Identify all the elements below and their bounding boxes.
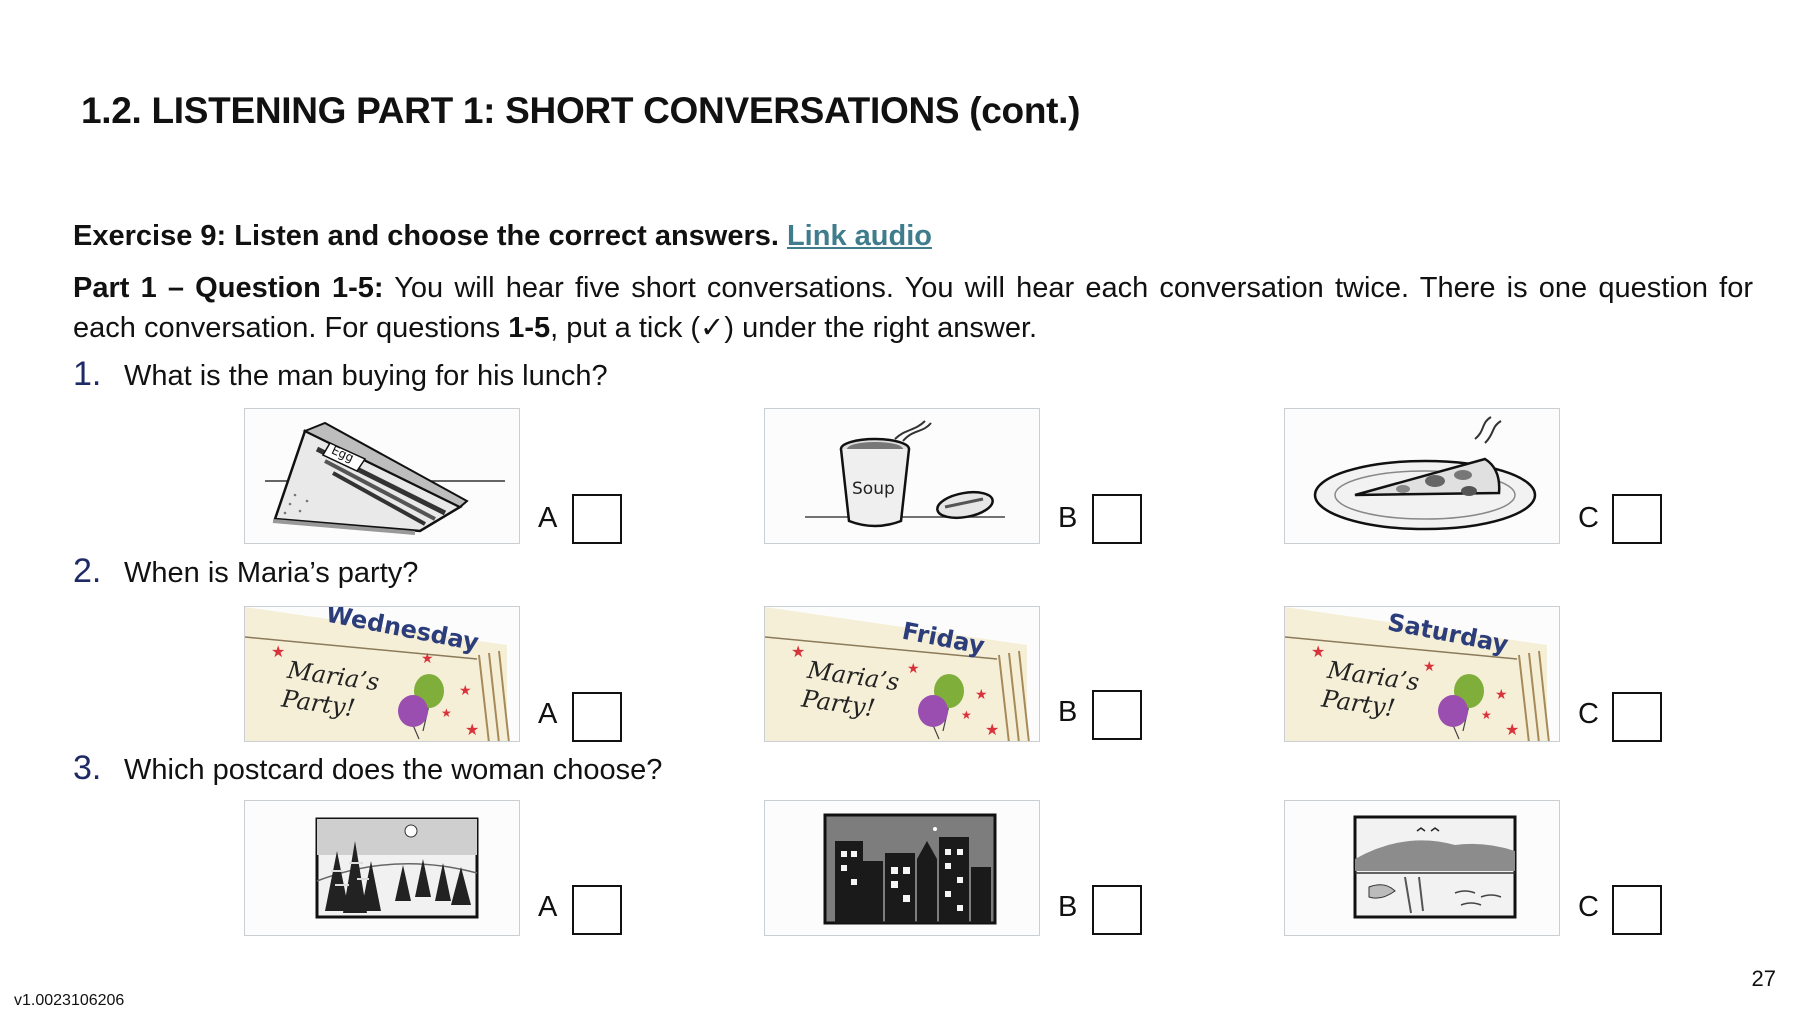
option-1b-image: Soup bbox=[764, 408, 1040, 544]
version-tag: v1.0023106206 bbox=[14, 992, 125, 1009]
svg-text:★: ★ bbox=[459, 682, 472, 698]
pizza-slice-icon bbox=[1313, 416, 1537, 531]
instructions-text-2: , put a tick (✓) under the right answer. bbox=[550, 312, 1038, 344]
question-text: Which postcard does the woman choose? bbox=[124, 754, 663, 786]
option-1c-image bbox=[1284, 408, 1560, 544]
option-3c-letter: C bbox=[1578, 891, 1599, 923]
svg-text:★: ★ bbox=[441, 706, 452, 720]
instructions: Part 1 – Question 1-5: You will hear fiv… bbox=[73, 268, 1753, 348]
option-2b-checkbox[interactable] bbox=[1092, 690, 1142, 740]
question-text: What is the man buying for his lunch? bbox=[124, 360, 608, 392]
soup-cup-icon: Soup bbox=[805, 420, 1005, 528]
question-text: When is Maria’s party? bbox=[124, 557, 419, 589]
svg-text:★: ★ bbox=[791, 644, 805, 661]
option-1c-letter: C bbox=[1578, 502, 1599, 534]
svg-text:★: ★ bbox=[961, 708, 972, 722]
option-3c-checkbox[interactable] bbox=[1612, 885, 1662, 935]
option-2a-checkbox[interactable] bbox=[572, 692, 622, 742]
svg-text:★: ★ bbox=[1481, 708, 1492, 722]
option-1a-image: Egg bbox=[244, 408, 520, 544]
option-2a-image: Wednesday Maria’s Party! ★ ★ ★ ★ ★ bbox=[244, 606, 520, 742]
calendar-wednesday-icon: Wednesday Maria’s Party! ★ ★★★★ bbox=[245, 607, 510, 741]
option-2c-checkbox[interactable] bbox=[1612, 692, 1662, 742]
option-3b-image bbox=[764, 800, 1040, 936]
question-number: 3. bbox=[73, 749, 102, 787]
option-2c-image: Saturday Maria’s Party! ★ ★ ★ ★ ★ bbox=[1284, 606, 1560, 742]
svg-text:★: ★ bbox=[1311, 644, 1325, 661]
svg-text:★: ★ bbox=[1505, 722, 1519, 739]
calendar-saturday-icon: Saturday Maria’s Party! ★★★★★ bbox=[1285, 607, 1550, 741]
option-1b-checkbox[interactable] bbox=[1092, 494, 1142, 544]
option-1c-checkbox[interactable] bbox=[1612, 494, 1662, 544]
city-postcard-icon bbox=[823, 813, 997, 925]
option-2a-letter: A bbox=[538, 698, 558, 730]
option-2c-letter: C bbox=[1578, 698, 1599, 730]
option-3b-letter: B bbox=[1058, 891, 1078, 923]
page-title: 1.2. LISTENING PART 1: SHORT CONVERSATIO… bbox=[81, 90, 1081, 131]
svg-text:★: ★ bbox=[907, 660, 920, 676]
option-3a-checkbox[interactable] bbox=[572, 885, 622, 935]
forest-postcard-icon bbox=[315, 817, 479, 919]
egg-sandwich-icon: Egg bbox=[265, 421, 505, 535]
instructions-part-label: Part 1 – Question 1-5: bbox=[73, 272, 384, 304]
option-2b-letter: B bbox=[1058, 696, 1078, 728]
svg-text:★: ★ bbox=[465, 722, 479, 739]
option-1b-letter: B bbox=[1058, 502, 1078, 534]
exercise-heading: Exercise 9: Listen and choose the correc… bbox=[73, 220, 932, 253]
question-number: 2. bbox=[73, 552, 102, 590]
option-3c-image bbox=[1284, 800, 1560, 936]
instructions-question-range: 1-5 bbox=[508, 312, 551, 344]
svg-text:★: ★ bbox=[421, 650, 434, 666]
lake-postcard-icon bbox=[1353, 815, 1517, 919]
option-2b-image: Friday Maria’s Party! ★ ★ ★ ★ ★ bbox=[764, 606, 1040, 742]
svg-text:★: ★ bbox=[975, 686, 988, 702]
svg-text:★: ★ bbox=[985, 722, 999, 739]
option-1a-letter: A bbox=[538, 502, 558, 534]
page-number: 27 bbox=[1751, 966, 1776, 991]
cup-label: Soup bbox=[852, 479, 895, 499]
calendar-friday-icon: Friday Maria’s Party! ★★★★★ bbox=[765, 607, 1030, 741]
svg-text:★: ★ bbox=[271, 644, 285, 661]
question-3: 3. Which postcard does the woman choose? bbox=[73, 749, 662, 788]
option-3a-letter: A bbox=[538, 891, 558, 923]
question-2: 2. When is Maria’s party? bbox=[73, 552, 418, 591]
svg-text:★: ★ bbox=[1423, 658, 1436, 674]
audio-link[interactable]: Link audio bbox=[787, 220, 932, 252]
question-number: 1. bbox=[73, 355, 102, 393]
option-3b-checkbox[interactable] bbox=[1092, 885, 1142, 935]
svg-text:★: ★ bbox=[1495, 686, 1508, 702]
exercise-heading-text: Exercise 9: Listen and choose the correc… bbox=[73, 220, 779, 252]
option-1a-checkbox[interactable] bbox=[572, 494, 622, 544]
option-3a-image bbox=[244, 800, 520, 936]
question-1: 1. What is the man buying for his lunch? bbox=[73, 355, 608, 394]
